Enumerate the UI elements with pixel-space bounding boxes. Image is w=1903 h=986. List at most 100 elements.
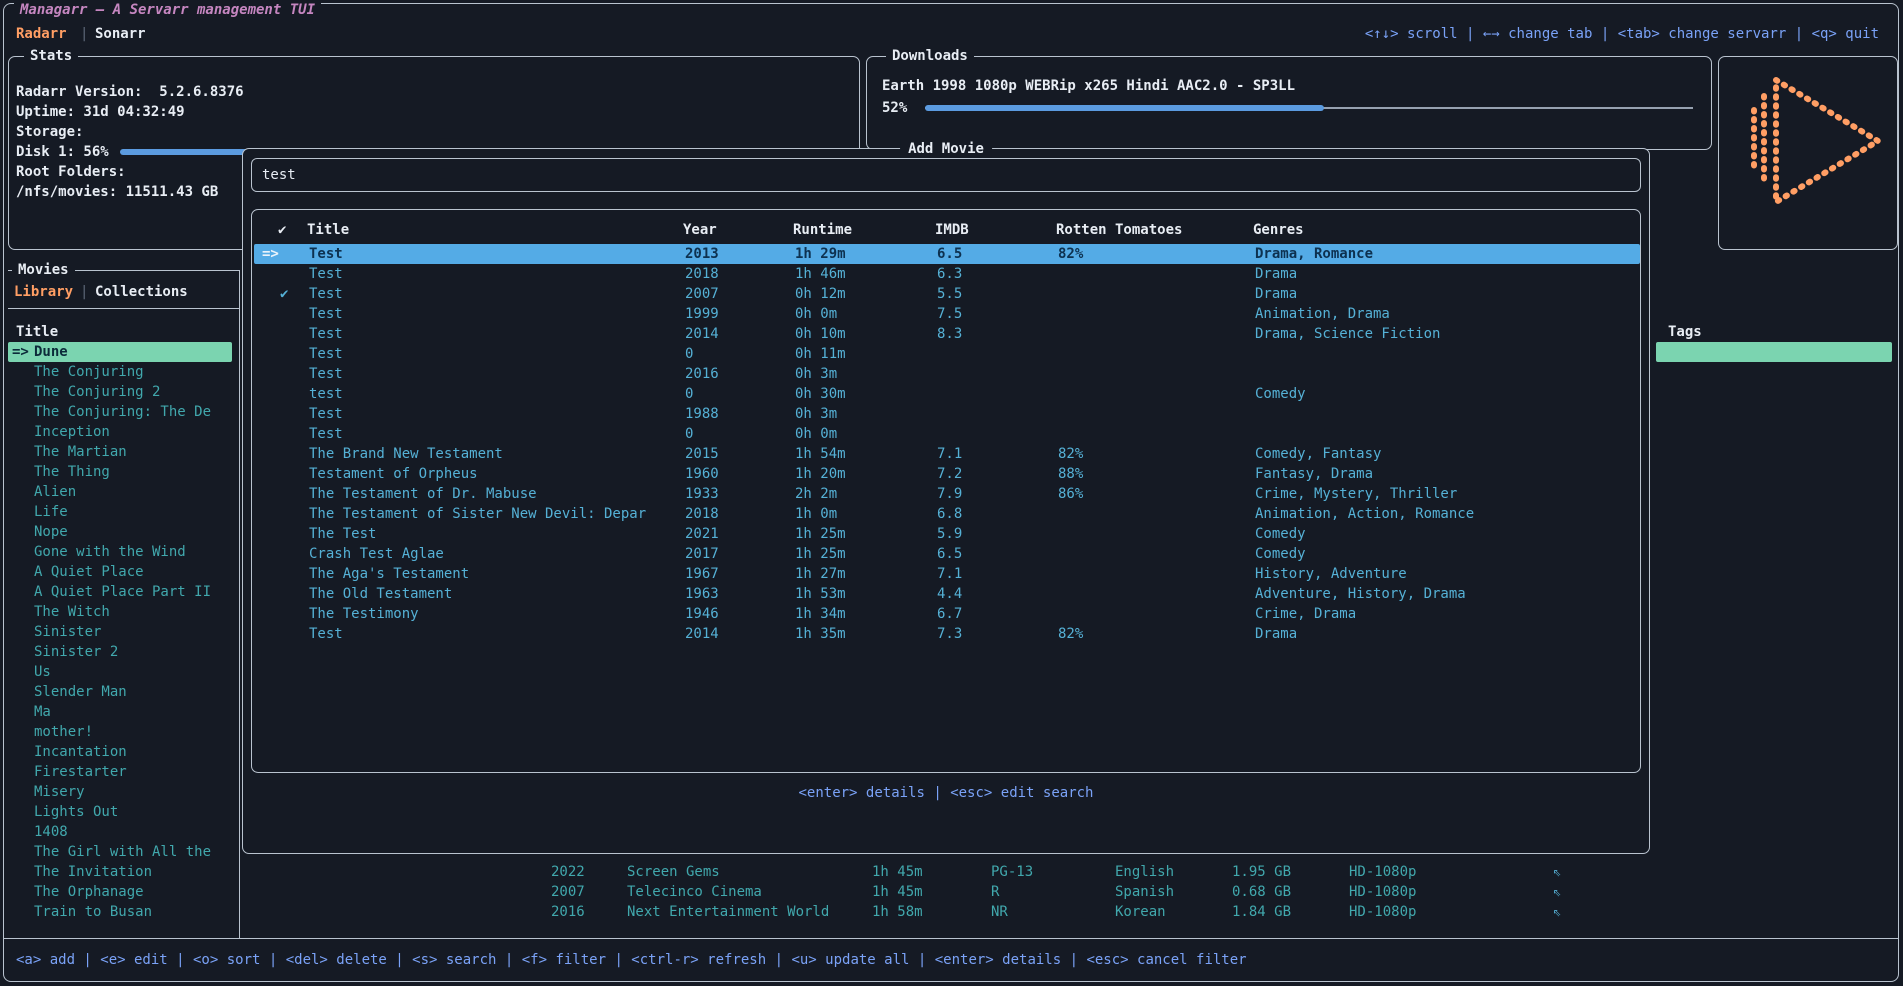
movie-list-item[interactable]: Misery xyxy=(8,782,232,802)
add-movie-result-row[interactable]: Crash Test Aglae20171h 25m6.5Comedy xyxy=(254,544,1640,564)
cell-language: English xyxy=(1115,862,1174,882)
managarr-logo-icon xyxy=(1742,70,1890,216)
cell-imdb: 6.5 xyxy=(937,244,962,264)
cell-rt: 86% xyxy=(1058,484,1083,504)
cell-title: Test xyxy=(309,324,343,344)
movie-list-item[interactable]: The Witch xyxy=(8,602,232,622)
tab-radarr[interactable]: Radarr xyxy=(16,24,67,44)
movie-list-item[interactable]: Firestarter xyxy=(8,762,232,782)
add-movie-result-row[interactable]: The Testament of Sister New Devil: Depar… xyxy=(254,504,1640,524)
add-movie-result-row[interactable]: The Old Testament19631h 53m4.4Adventure,… xyxy=(254,584,1640,604)
stats-disk-label: Disk 1: 56% xyxy=(16,142,109,162)
movie-list-item[interactable]: Lights Out xyxy=(8,802,232,822)
cell-imdb: 4.4 xyxy=(937,584,962,604)
movie-list-item[interactable]: 1408 xyxy=(8,822,232,842)
movie-search-input[interactable] xyxy=(251,158,1641,192)
add-movie-result-row[interactable]: test00h 30mComedy xyxy=(254,384,1640,404)
add-movie-result-row[interactable]: Test00h 11m xyxy=(254,344,1640,364)
tab-sonarr[interactable]: Sonarr xyxy=(95,24,146,44)
movie-list-item[interactable]: Ma xyxy=(8,702,232,722)
add-movie-result-row[interactable]: The Test20211h 25m5.9Comedy xyxy=(254,524,1640,544)
movie-title: Ma xyxy=(34,702,51,722)
add-movie-result-row[interactable]: Test00h 0m xyxy=(254,424,1640,444)
add-movie-result-row[interactable]: Testament of Orpheus19601h 20m7.288%Fant… xyxy=(254,464,1640,484)
movie-list-item[interactable]: Gone with the Wind xyxy=(8,542,232,562)
movie-list-item[interactable]: Alien xyxy=(8,482,232,502)
cell-rt: 82% xyxy=(1058,244,1083,264)
add-movie-result-row[interactable]: The Testament of Dr. Mabuse19332h 2m7.98… xyxy=(254,484,1640,504)
library-table-row[interactable]: 2022Screen Gems1h 45mPG-13English1.95 GB… xyxy=(0,862,1903,882)
column-header: IMDB xyxy=(935,220,969,240)
movie-list-item[interactable]: Life xyxy=(8,502,232,522)
add-movie-result-row[interactable]: ✔Test20070h 12m5.5Drama xyxy=(254,284,1640,304)
cell-rt: 82% xyxy=(1058,624,1083,644)
add-movie-result-row[interactable]: The Brand New Testament20151h 54m7.182%C… xyxy=(254,444,1640,464)
cell-year: 2007 xyxy=(551,882,585,902)
disk-gauge-fill xyxy=(120,149,257,155)
add-movie-result-row[interactable]: Test20181h 46m6.3Drama xyxy=(254,264,1640,284)
cell-year: 2018 xyxy=(685,504,719,524)
movie-list-item[interactable]: Sinister xyxy=(8,622,232,642)
cell-title: Test xyxy=(309,624,343,644)
movie-list-item[interactable]: A Quiet Place Part II xyxy=(8,582,232,602)
add-movie-result-row[interactable]: The Testimony19461h 34m6.7Crime, Drama xyxy=(254,604,1640,624)
movie-title: A Quiet Place xyxy=(34,562,144,582)
cell-title: Test xyxy=(309,364,343,384)
movie-list-item[interactable]: The Conjuring xyxy=(8,362,232,382)
monitored-icon: ⇖ xyxy=(1553,902,1561,922)
movie-title: Nope xyxy=(34,522,68,542)
movie-list-item[interactable]: The Thing xyxy=(8,462,232,482)
movie-list-item[interactable]: The Conjuring 2 xyxy=(8,382,232,402)
cell-runtime: 0h 11m xyxy=(795,344,846,364)
movie-list-item[interactable]: Sinister 2 xyxy=(8,642,232,662)
add-movie-result-row[interactable]: Test19990h 0m7.5Animation, Drama xyxy=(254,304,1640,324)
cell-genres: Comedy, Fantasy xyxy=(1255,444,1381,464)
bottom-bar-border xyxy=(3,938,1899,939)
cell-imdb: 6.5 xyxy=(937,544,962,564)
selected-row-tags-cell[interactable] xyxy=(1656,342,1892,362)
movie-list-item[interactable]: The Girl with All the xyxy=(8,842,232,862)
library-table-row[interactable]: 2007Telecinco Cinema1h 45mRSpanish0.68 G… xyxy=(0,882,1903,902)
tab-collections[interactable]: Collections xyxy=(95,282,188,302)
cell-language: Spanish xyxy=(1115,882,1174,902)
add-movie-result-row[interactable]: Test20141h 35m7.382%Drama xyxy=(254,624,1640,644)
cell-title: Test xyxy=(309,284,343,304)
add-movie-modal-help: <enter> details | <esc> edit search xyxy=(243,783,1649,803)
add-movie-result-row[interactable]: Test20140h 10m8.3Drama, Science Fiction xyxy=(254,324,1640,344)
cell-runtime: 1h 46m xyxy=(795,264,846,284)
selection-arrow-icon: => xyxy=(12,342,29,362)
movie-list-item[interactable]: Us xyxy=(8,662,232,682)
cell-runtime: 1h 25m xyxy=(795,544,846,564)
add-movie-result-row[interactable]: Test20160h 3m xyxy=(254,364,1640,384)
add-movie-result-row[interactable]: Test19880h 3m xyxy=(254,404,1640,424)
movie-list-item[interactable]: Inception xyxy=(8,422,232,442)
movie-list-item[interactable]: =>Dune xyxy=(8,342,232,362)
movies-block-title: Movies xyxy=(12,260,75,280)
cell-imdb: 6.3 xyxy=(937,264,962,284)
tab-divider: | xyxy=(80,24,88,44)
cell-studio: Next Entertainment World xyxy=(627,902,829,922)
movie-list-item[interactable]: A Quiet Place xyxy=(8,562,232,582)
tab-library[interactable]: Library xyxy=(14,282,73,302)
cell-imdb: 8.3 xyxy=(937,324,962,344)
cell-rt: 82% xyxy=(1058,444,1083,464)
add-movie-result-row[interactable]: The Aga's Testament19671h 27m7.1History,… xyxy=(254,564,1640,584)
movie-list-item[interactable]: mother! xyxy=(8,722,232,742)
movie-list-item[interactable]: The Conjuring: The De xyxy=(8,402,232,422)
cell-rating: PG-13 xyxy=(991,862,1033,882)
add-movie-table-header: ✔TitleYearRuntimeIMDBRotten TomatoesGenr… xyxy=(252,220,1640,240)
cell-genres: Fantasy, Drama xyxy=(1255,464,1373,484)
movie-list-item[interactable]: Slender Man xyxy=(8,682,232,702)
library-table-row[interactable]: 2016Next Entertainment World1h 58mNRKore… xyxy=(0,902,1903,922)
movie-list-item[interactable]: Incantation xyxy=(8,742,232,762)
movie-title: A Quiet Place Part II xyxy=(34,582,211,602)
cell-year: 2016 xyxy=(685,364,719,384)
movie-title: Incantation xyxy=(34,742,127,762)
add-movie-result-row[interactable]: =>Test20131h 29m6.582%Drama, Romance xyxy=(254,244,1640,264)
cell-studio: Screen Gems xyxy=(627,862,720,882)
movie-list-item[interactable]: The Martian xyxy=(8,442,232,462)
cell-genres: Drama xyxy=(1255,284,1297,304)
download-item-name: Earth 1998 1080p WEBRip x265 Hindi AAC2.… xyxy=(882,76,1295,96)
movie-list-item[interactable]: Nope xyxy=(8,522,232,542)
cell-rating: R xyxy=(991,882,999,902)
